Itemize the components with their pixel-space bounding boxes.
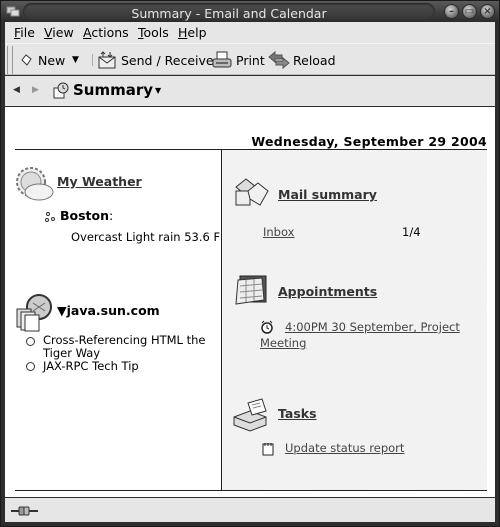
rss-item[interactable]: JAX-RPC Tech Tip — [43, 359, 139, 373]
menu-view[interactable]: View — [44, 25, 74, 40]
print-button[interactable]: Print — [212, 50, 265, 70]
minimize-button[interactable]: – — [444, 4, 459, 19]
inbox-link[interactable]: Inbox — [263, 225, 294, 239]
new-label: New — [38, 52, 66, 68]
menu-view-label: iew — [52, 25, 74, 40]
summary-content: Wednesday, September 29 2004 My Weather … — [5, 107, 495, 497]
reload-button[interactable]: Reload — [268, 50, 336, 70]
status-bar — [5, 498, 495, 522]
menu-help-mnemonic: H — [178, 25, 188, 40]
back-arrow-icon[interactable]: ◀ — [13, 85, 20, 95]
menu-actions-label: ctions — [91, 25, 129, 40]
maximize-icon: ▭ — [464, 6, 475, 17]
toolbar: New ▼ Send / Receive Print Reload — [5, 43, 495, 75]
window-title: Summary - Email and Calendar — [131, 6, 327, 21]
rss-item[interactable]: Cross-Referencing HTML the Tiger Way — [43, 334, 205, 360]
maximize-button[interactable]: ▭ — [462, 4, 477, 19]
task-link[interactable]: Update status report — [285, 441, 404, 455]
summary-dropdown-icon[interactable]: ▼ — [155, 86, 161, 95]
window-menu-icon[interactable] — [6, 5, 20, 17]
appointment-link[interactable]: 4:00PM 30 September, Project — [285, 320, 460, 334]
rss-title: java.sun.com — [66, 303, 160, 318]
expand-triangle-icon[interactable]: ▼ — [57, 303, 67, 318]
tasks-link[interactable]: Tasks — [278, 406, 317, 421]
chevron-down-icon: ▼ — [72, 55, 79, 65]
title-pill: Summary - Email and Calendar — [23, 3, 435, 21]
rss-feed-icon — [15, 293, 55, 333]
close-button[interactable]: × — [480, 4, 495, 19]
tasks-icon — [232, 397, 270, 433]
menu-actions[interactable]: Actions — [83, 25, 129, 40]
reload-icon — [268, 51, 290, 69]
menu-tools-label: ools — [143, 25, 169, 40]
toolbar-separator — [92, 54, 93, 66]
send-receive-label: Send / Receive — [121, 52, 214, 68]
mail-icon — [234, 177, 270, 209]
printer-icon — [212, 51, 232, 69]
weather-city-name: Boston — [60, 208, 110, 223]
menu-bar: File View Actions Tools Help — [5, 22, 495, 43]
new-button[interactable]: New — [19, 50, 65, 70]
rss-item-bullet-icon — [26, 362, 35, 371]
weather-city-suffix: : — [109, 208, 114, 223]
appointment-link-cont[interactable]: Meeting — [260, 336, 306, 350]
email-calendar-window: Summary - Email and Calendar – ▭ × File … — [0, 0, 500, 527]
new-dropdown-button[interactable]: ▼ — [72, 50, 79, 70]
print-label: Print — [236, 52, 265, 68]
close-icon: × — [483, 6, 492, 17]
toolbar-grip[interactable] — [7, 46, 13, 74]
menu-help[interactable]: Help — [178, 25, 207, 40]
inbox-count: 1/4 — [402, 225, 421, 239]
mail-summary-link[interactable]: Mail summary — [278, 187, 377, 202]
summary-component-icon — [52, 82, 70, 100]
forward-arrow-icon[interactable]: ▶ — [32, 85, 39, 95]
menu-file-label: ile — [20, 25, 35, 40]
my-weather-link[interactable]: My Weather — [57, 174, 142, 189]
footer-divider — [15, 490, 487, 491]
appointments-link[interactable]: Appointments — [278, 284, 377, 299]
weather-city: Boston: — [60, 208, 113, 223]
weather-conditions: Overcast Light rain 53.6 F — [71, 230, 221, 244]
calendar-icon — [234, 274, 268, 306]
summary-date: Wednesday, September 29 2004 — [251, 134, 487, 149]
right-pane: Mail summary Inbox 1/4 Appointments 4:00… — [222, 150, 487, 490]
task-note-icon — [262, 442, 274, 456]
online-connection-icon[interactable] — [11, 506, 39, 516]
alarm-clock-icon — [260, 320, 274, 334]
weather-icon — [13, 164, 55, 204]
menu-tools[interactable]: Tools — [138, 25, 169, 40]
reload-label: Reload — [293, 52, 336, 68]
menu-file[interactable]: File — [14, 25, 35, 40]
component-switcher: ◀ ▶ Summary ▼ — [5, 76, 495, 106]
menu-help-label: elp — [187, 25, 207, 40]
send-receive-button[interactable]: Send / Receive — [97, 50, 214, 70]
minimize-icon: – — [449, 6, 454, 17]
send-receive-icon — [97, 51, 117, 69]
rss-item-bullet-icon — [26, 337, 35, 346]
rain-icon — [45, 211, 57, 223]
title-bar[interactable]: Summary - Email and Calendar – ▭ × — [1, 1, 499, 22]
rss-header[interactable]: ▼java.sun.com — [57, 303, 160, 318]
new-icon — [19, 53, 33, 67]
summary-title[interactable]: Summary — [73, 81, 153, 99]
